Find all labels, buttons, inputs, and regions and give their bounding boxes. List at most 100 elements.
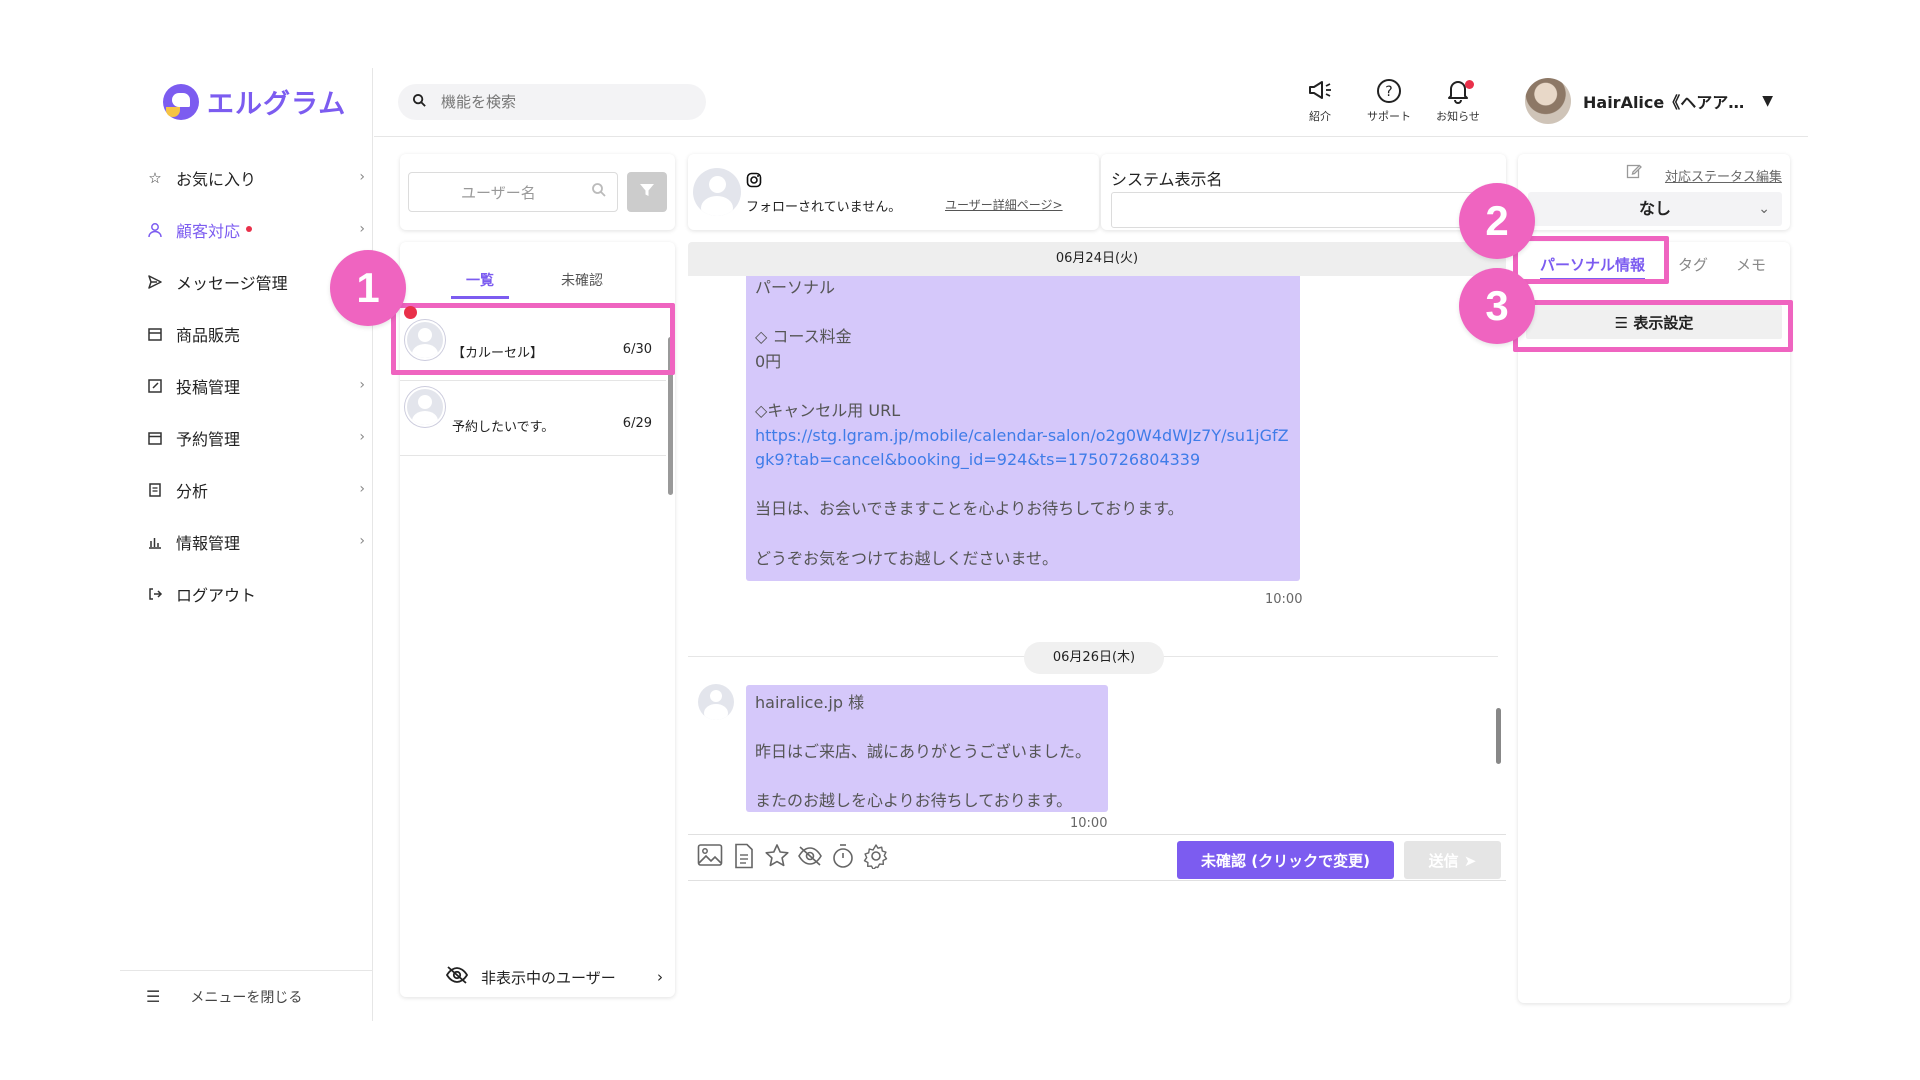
system-name-panel: システム表示名	[1101, 154, 1506, 230]
document-icon[interactable]	[728, 843, 760, 875]
hidden-users-link[interactable]: 非表示中のユーザー ›	[400, 957, 675, 997]
sidebar-item-label: 情報管理	[176, 534, 241, 553]
news-button[interactable]: お知らせ	[1428, 78, 1488, 124]
chat-scrollbar[interactable]	[1496, 708, 1501, 764]
display-settings-button[interactable]: ☰ 表示設定	[1526, 305, 1782, 339]
message-timestamp: 10:00	[1070, 816, 1108, 831]
user-row-name: 予約したいです。	[452, 420, 555, 435]
status-edit-link[interactable]: 対応ステータス編集	[1665, 166, 1782, 185]
intro-button[interactable]: 紹介	[1290, 78, 1350, 124]
app-logo[interactable]: エルグラム	[163, 82, 346, 121]
sidebar-item-label: お気に入り	[176, 170, 257, 189]
chevron-right-icon: ›	[359, 169, 365, 185]
chevron-right-icon: ›	[359, 429, 365, 445]
sidebar-item-favorites[interactable]: ☆ お気に入り ›	[140, 152, 365, 204]
sidebar-item-label: 分析	[176, 482, 209, 501]
sidebar-item-label: 顧客対応	[176, 222, 241, 241]
message-text: ◇ コース料金	[755, 327, 852, 347]
sidebar-item-analytics[interactable]: 分析 ›	[140, 464, 365, 516]
star-icon[interactable]	[761, 843, 793, 875]
avatar	[693, 168, 741, 216]
user-filter-panel: ユーザー名	[400, 154, 675, 230]
user-search-placeholder: ユーザー名	[461, 183, 536, 202]
user-detail-link[interactable]: ユーザー詳細ページ>	[945, 196, 1063, 213]
close-menu-button[interactable]: ☰ メニューを閉じる	[120, 970, 373, 1022]
support-button[interactable]: ? サポート	[1359, 78, 1419, 124]
message-text: どうぞお気をつけてお越しくださいませ。	[755, 548, 1059, 568]
sidebar-item-product-sales[interactable]: 商品販売	[140, 308, 365, 360]
notification-dot	[246, 226, 253, 232]
user-row-date: 6/30	[622, 342, 652, 357]
filter-button[interactable]	[627, 172, 667, 212]
message-text: またのお越しを心よりお待ちしております。	[755, 791, 1073, 811]
date-divider: 06月26日(木)	[1024, 642, 1164, 674]
sidebar-item-post-management[interactable]: 投稿管理 ›	[140, 360, 365, 412]
sidebar-item-info-management[interactable]: 情報管理 ›	[140, 516, 365, 568]
tab-tag[interactable]: タグ	[1678, 254, 1708, 275]
caret-down-icon: ▼	[1762, 93, 1774, 109]
sidebar-item-customer-support[interactable]: 顧客対応 ›	[140, 204, 365, 256]
tab-personal-info[interactable]: パーソナル情報	[1540, 254, 1646, 281]
tab-all[interactable]: 一覧	[451, 270, 509, 300]
message-bubble: hairalice.jp 様 昨日はご来店、誠にありがとうございました。 またの…	[746, 685, 1108, 812]
cancel-url-link[interactable]: https://stg.lgram.jp/mobile/calendar-sal…	[755, 426, 1289, 470]
sidebar-item-logout[interactable]: ログアウト	[140, 568, 365, 620]
step-badge-1: 1	[330, 250, 406, 326]
sidebar-item-reservation-management[interactable]: 予約管理 ›	[140, 412, 365, 464]
feature-search-input[interactable]	[441, 93, 681, 111]
shop-icon	[146, 325, 164, 343]
avatar	[1525, 78, 1571, 124]
tab-memo[interactable]: メモ	[1736, 254, 1766, 275]
timer-icon[interactable]	[827, 843, 859, 875]
svg-text:?: ?	[1385, 84, 1392, 100]
user-search-input[interactable]: ユーザー名	[408, 172, 618, 212]
user-list-scrollbar[interactable]	[668, 337, 673, 495]
user-name: HairAlice《ヘアア…	[1583, 93, 1745, 112]
image-icon[interactable]	[694, 843, 726, 875]
list-item[interactable]: 予約したいです。 6/29	[400, 381, 666, 456]
message-text: 昨日はご来店、誠にありがとうございました。	[755, 742, 1092, 762]
header-divider	[374, 136, 1808, 137]
chevron-right-icon: ›	[359, 481, 365, 497]
composer-toolbar: 未確認 (クリックで変更) 送信 ➤	[688, 835, 1506, 881]
message-composer: 未確認 (クリックで変更) 送信 ➤	[688, 834, 1506, 1003]
feature-search[interactable]	[398, 84, 706, 120]
chevron-right-icon: ›	[359, 221, 365, 237]
step-badge-2: 2	[1459, 183, 1535, 259]
status-select[interactable]: なし ⌄	[1528, 192, 1782, 226]
unconfirmed-toggle-button[interactable]: 未確認 (クリックで変更)	[1177, 841, 1394, 879]
message-bubble: パーソナル ◇ コース料金 0円 ◇キャンセル用 URL https://stg…	[746, 276, 1300, 581]
eye-off-icon[interactable]	[794, 843, 826, 875]
person-icon	[146, 221, 164, 239]
help-icon: ?	[1359, 78, 1419, 108]
news-label: お知らせ	[1436, 110, 1480, 123]
tab-unconfirmed[interactable]: 未確認	[547, 270, 617, 300]
avatar	[698, 684, 734, 720]
menu-collapse-icon: ☰	[146, 987, 161, 1006]
sidebar-item-label: ログアウト	[176, 586, 257, 605]
hidden-users-label: 非表示中のユーザー	[481, 968, 616, 987]
list-item[interactable]: 【カルーセル】 6/30	[400, 306, 666, 381]
system-name-input[interactable]	[1111, 192, 1504, 228]
system-name-label: システム表示名	[1111, 170, 1223, 189]
user-list-panel: 一覧 未確認 【カルーセル】 6/30 予約したいです。 6/29 非表示中のユ…	[400, 242, 675, 997]
send-icon: ➤	[1463, 851, 1477, 870]
message-timestamp: 10:00	[1265, 592, 1303, 607]
info-tabs: パーソナル情報 タグ メモ	[1518, 242, 1790, 284]
send-icon	[146, 273, 164, 291]
sidebar-item-label: 商品販売	[176, 326, 241, 345]
sidebar-nav: ☆ お気に入り › 顧客対応 › メッセージ管理 商品販売 投稿管理 › 予約管…	[140, 152, 365, 620]
send-button[interactable]: 送信 ➤	[1404, 841, 1501, 879]
user-menu[interactable]: HairAlice《ヘアア… ▼	[1525, 78, 1773, 124]
search-icon	[412, 93, 427, 112]
close-menu-label: メニューを閉じる	[190, 989, 303, 1006]
follow-status: フォローされていません。	[746, 200, 902, 215]
sidebar-item-label: 予約管理	[176, 430, 241, 449]
chevron-right-icon: ›	[359, 377, 365, 393]
gear-icon[interactable]	[860, 843, 892, 875]
unread-dot	[404, 306, 417, 319]
sidebar-item-label: メッセージ管理	[176, 274, 288, 293]
edit-icon	[1626, 163, 1642, 183]
sidebar-item-label: 投稿管理	[176, 378, 241, 397]
chevron-right-icon: ›	[657, 968, 663, 986]
